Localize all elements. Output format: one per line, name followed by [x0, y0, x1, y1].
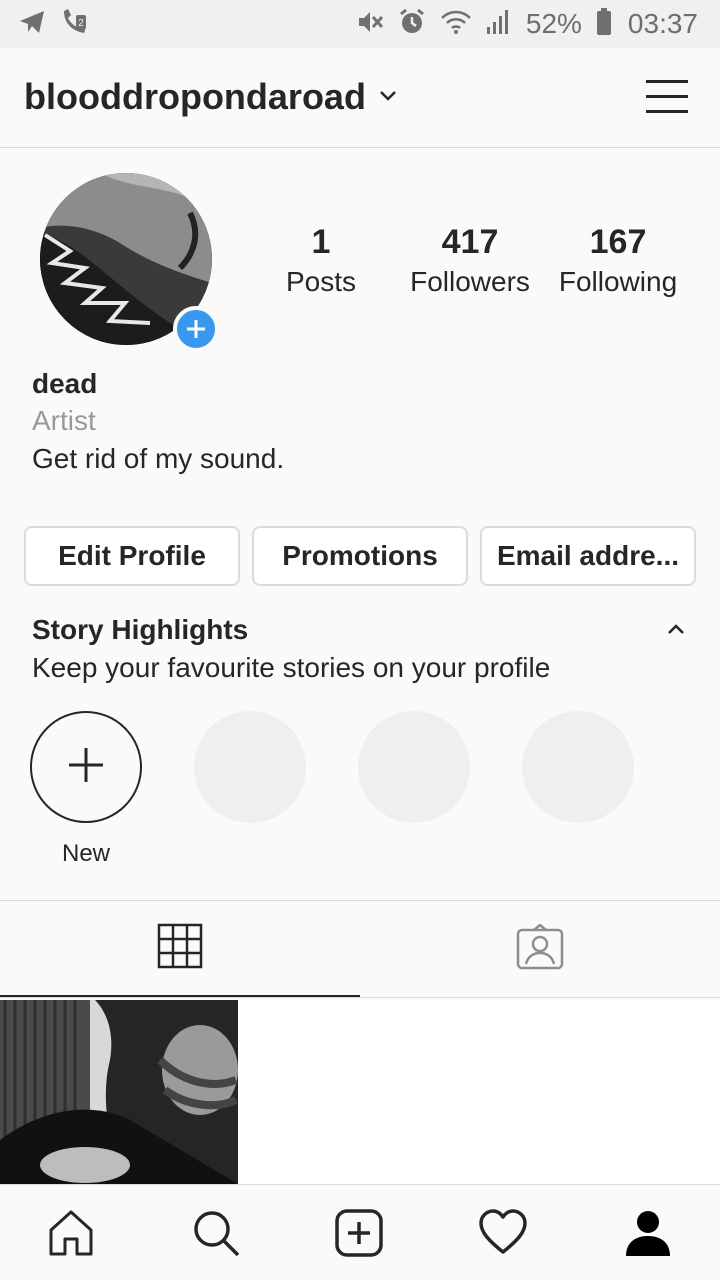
highlight-placeholder: [194, 711, 306, 823]
chevron-down-icon: [378, 88, 398, 107]
posts-grid: [0, 1000, 720, 1184]
wifi-icon: [440, 9, 472, 40]
new-post-icon[interactable]: [331, 1205, 387, 1261]
battery-icon: [596, 7, 612, 41]
signal-icon: [486, 9, 510, 40]
stat-following[interactable]: 167 Following: [538, 222, 698, 298]
home-icon[interactable]: [43, 1205, 99, 1261]
profile-bio: Get rid of my sound.: [32, 443, 285, 474]
mute-icon: [356, 8, 384, 41]
chevron-up-icon[interactable]: [664, 620, 688, 638]
svg-text:2: 2: [78, 18, 84, 29]
tab-grid[interactable]: [0, 901, 360, 997]
add-story-button[interactable]: [173, 306, 219, 352]
battery-percent: 52%: [525, 8, 582, 39]
telegram-icon: [18, 9, 46, 40]
stat-label: Posts: [285, 266, 357, 297]
profile-tabs: [0, 900, 720, 998]
email-button[interactable]: Email addre...: [480, 526, 696, 586]
highlight-placeholder: [358, 711, 470, 823]
tagged-person-icon: [516, 922, 564, 975]
stat-count: 417: [441, 223, 499, 261]
status-bar: 2 52% 03:37: [0, 0, 720, 48]
plus-icon: [66, 745, 106, 790]
clock: 03:37: [627, 8, 698, 39]
activity-heart-icon[interactable]: [475, 1205, 531, 1261]
new-highlight-button[interactable]: [30, 711, 142, 823]
promotions-button[interactable]: Promotions: [252, 526, 468, 586]
stat-label: Following: [558, 266, 678, 297]
new-highlight-label: New: [61, 840, 110, 867]
tab-tagged[interactable]: [360, 901, 720, 997]
alarm-icon: [398, 8, 426, 41]
edit-profile-button[interactable]: Edit Profile: [24, 526, 240, 586]
highlight-placeholder: [522, 711, 634, 823]
search-icon[interactable]: [188, 1205, 244, 1261]
stat-followers[interactable]: 417 Followers: [390, 222, 550, 298]
story-highlights-subtitle: Keep your favourite stories on your prof…: [32, 652, 551, 683]
stat-label: Followers: [410, 266, 530, 297]
post-thumbnail[interactable]: [0, 1000, 238, 1184]
grid-icon: [157, 923, 203, 974]
username-title: blooddropondaroad: [24, 76, 366, 117]
account-switcher[interactable]: blooddropondaroad: [24, 76, 398, 118]
hamburger-menu-icon[interactable]: [646, 78, 690, 116]
stat-count: 167: [589, 223, 647, 261]
stat-posts[interactable]: 1 Posts: [241, 222, 401, 298]
bottom-navigation: [0, 1184, 720, 1280]
profile-avatar[interactable]: [40, 173, 219, 352]
call-forward-icon: 2: [60, 7, 88, 42]
story-highlights-title: Story Highlights: [32, 614, 249, 645]
profile-name: dead: [32, 368, 98, 399]
profile-category: Artist: [32, 405, 96, 436]
profile-header: blooddropondaroad: [0, 48, 720, 148]
stat-count: 1: [311, 223, 331, 261]
profile-icon[interactable]: [620, 1205, 676, 1261]
